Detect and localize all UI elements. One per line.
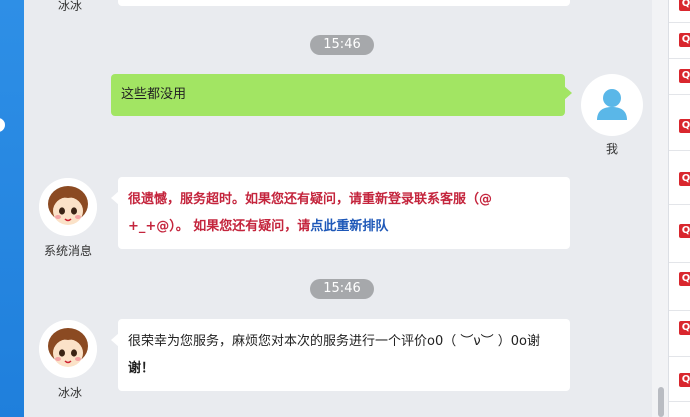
- timestamp-2: 15:46: [310, 279, 374, 299]
- system-message-line-2: +_+@）。 如果您还有疑问，请: [128, 219, 311, 234]
- sender-name-previous: 冰冰: [57, 0, 82, 13]
- q-badge-icon[interactable]: Q: [679, 172, 690, 186]
- left-panel-edge: [0, 0, 24, 417]
- q-badge-icon[interactable]: Q: [679, 321, 690, 335]
- cartoon-girl-avatar-icon: [39, 178, 97, 236]
- sidebar-divider: [669, 401, 690, 402]
- right-sidebar: Q Q Q Q Q Q Q Q Q: [668, 0, 690, 417]
- sidebar-divider: [669, 204, 690, 205]
- scrollbar-track[interactable]: [652, 0, 668, 417]
- q-badge-icon[interactable]: Q: [679, 69, 690, 83]
- cartoon-girl-avatar-icon: [39, 320, 97, 378]
- scrollbar-thumb[interactable]: [658, 387, 664, 417]
- agent-avatar[interactable]: [39, 320, 97, 378]
- requeue-link[interactable]: 点此重新排队: [310, 219, 388, 234]
- agent-message-line-1: 很荣幸为您服务，麻烦您对本次的服务进行一个评价o0（ ︶ν︶ ）0o谢: [128, 334, 540, 349]
- timestamp-1: 15:46: [310, 35, 374, 55]
- previous-message-bubble: [118, 0, 570, 6]
- system-message-bubble: 很遗憾，服务超时。如果您还有疑问，请重新登录联系客服（@ +_+@）。 如果您还…: [111, 177, 570, 249]
- sidebar-divider: [669, 356, 690, 357]
- q-badge-icon[interactable]: Q: [679, 0, 690, 11]
- chat-message-area[interactable]: 冰冰 15:46 这些都没用 我 系统消息 很遗憾，服务超时。如果您还有疑问，请…: [24, 0, 652, 417]
- sidebar-divider: [669, 262, 690, 263]
- my-message-bubble: 这些都没用: [111, 74, 572, 116]
- system-avatar[interactable]: [39, 178, 97, 236]
- sidebar-divider: [669, 58, 690, 59]
- q-badge-icon[interactable]: Q: [679, 373, 690, 387]
- user-silhouette-icon: [597, 89, 627, 120]
- sidebar-divider: [669, 310, 690, 311]
- my-avatar[interactable]: [581, 74, 643, 136]
- q-badge-icon[interactable]: Q: [679, 33, 690, 47]
- sidebar-divider: [669, 22, 690, 23]
- system-sender-name: 系统消息: [43, 244, 92, 258]
- q-badge-icon[interactable]: Q: [679, 224, 690, 238]
- system-message-line-1: 很遗憾，服务超时。如果您还有疑问，请重新登录联系客服（@: [128, 192, 493, 207]
- sidebar-divider: [669, 150, 690, 151]
- q-badge-icon[interactable]: Q: [679, 119, 690, 133]
- panel-handle[interactable]: [0, 118, 5, 132]
- agent-message-line-2: 谢！: [128, 361, 155, 376]
- q-badge-icon[interactable]: Q: [679, 272, 690, 286]
- agent-message-bubble: 很荣幸为您服务，麻烦您对本次的服务进行一个评价o0（ ︶ν︶ ）0o谢 谢！: [111, 319, 570, 391]
- sidebar-divider: [669, 94, 690, 95]
- my-message-text: 这些都没用: [121, 87, 187, 102]
- my-name: 我: [605, 142, 618, 156]
- agent-sender-name: 冰冰: [57, 386, 82, 400]
